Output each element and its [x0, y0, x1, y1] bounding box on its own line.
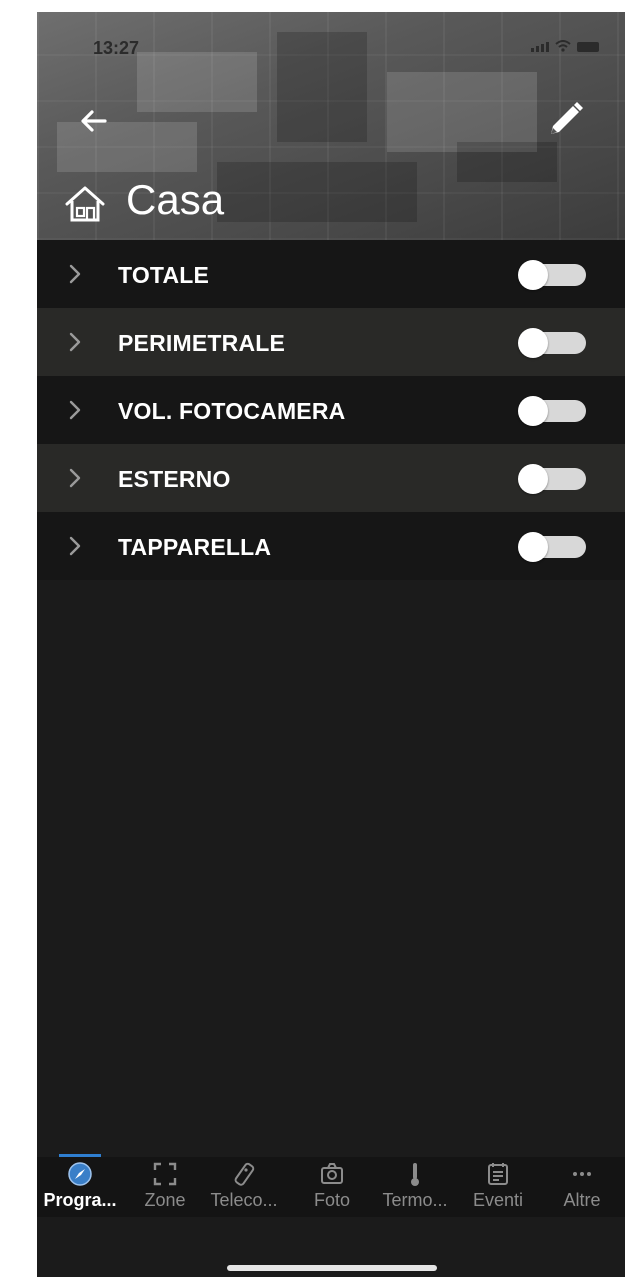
house-icon	[65, 186, 105, 222]
tab-label: Altre	[563, 1190, 601, 1210]
tab-label: Zone	[144, 1190, 186, 1210]
program-label: TOTALE	[118, 262, 210, 288]
floorplan-shape	[457, 142, 557, 182]
toggle-knob	[518, 260, 548, 290]
chevron-right-icon[interactable]	[67, 467, 83, 489]
signal-icon	[531, 42, 549, 52]
program-toggle[interactable]	[518, 328, 586, 358]
header-background: 13:27 Casa	[37, 12, 625, 240]
back-arrow-icon[interactable]	[77, 104, 111, 138]
floorplan-shape	[217, 162, 417, 222]
floorplan-shape	[277, 32, 367, 142]
chevron-right-icon[interactable]	[67, 263, 83, 285]
app-screen: 13:27 Casa TOTALE PERIMETRALE VOL. FOTOC…	[37, 12, 625, 1277]
edit-pencil-icon[interactable]	[543, 98, 587, 142]
program-row[interactable]: TOTALE	[37, 240, 625, 308]
program-toggle[interactable]	[518, 464, 586, 494]
chevron-right-icon[interactable]	[67, 331, 83, 353]
toggle-knob	[518, 532, 548, 562]
remote-control-icon	[231, 1161, 257, 1187]
program-row[interactable]: VOL. FOTOCAMERA	[37, 376, 625, 444]
program-toggle[interactable]	[518, 532, 586, 562]
tab-label: Termo...	[382, 1190, 448, 1210]
home-indicator[interactable]	[227, 1265, 437, 1271]
toggle-knob	[518, 396, 548, 426]
program-list: TOTALE PERIMETRALE VOL. FOTOCAMERA ESTERNO T…	[37, 240, 625, 580]
tab-remote-control[interactable]: Teleco...	[209, 1157, 279, 1217]
tab-label: Eventi	[472, 1190, 524, 1210]
tab-zone-frame[interactable]: Zone	[130, 1157, 200, 1217]
more-dots-icon	[569, 1161, 595, 1187]
tab-label: Foto	[313, 1190, 351, 1210]
program-row[interactable]: PERIMETRALE	[37, 308, 625, 376]
toggle-knob	[518, 464, 548, 494]
tab-more-dots[interactable]: Altre	[547, 1157, 617, 1217]
camera-icon	[319, 1161, 345, 1187]
tab-label: Progra...	[43, 1190, 117, 1210]
tab-compass[interactable]: Progra...	[43, 1157, 117, 1217]
program-label: TAPPARELLA	[118, 534, 272, 560]
program-label: ESTERNO	[118, 466, 231, 492]
program-toggle[interactable]	[518, 260, 586, 290]
wifi-icon	[555, 40, 571, 52]
tab-events-list[interactable]: Eventi	[463, 1157, 533, 1217]
zone-frame-icon	[152, 1161, 178, 1187]
status-icons	[531, 40, 599, 52]
status-time: 13:27	[93, 38, 140, 58]
chevron-right-icon[interactable]	[67, 535, 83, 557]
floorplan-shape	[137, 52, 257, 112]
tab-label: Teleco...	[210, 1190, 278, 1210]
program-row[interactable]: ESTERNO	[37, 444, 625, 512]
chevron-right-icon[interactable]	[67, 399, 83, 421]
program-label: VOL. FOTOCAMERA	[118, 398, 346, 424]
bottom-tab-bar: Progra... Zone Teleco... Foto Termo... Eventi…	[37, 1154, 625, 1217]
program-toggle[interactable]	[518, 396, 586, 426]
page-title: Casa	[126, 176, 225, 223]
compass-icon	[67, 1161, 93, 1187]
events-list-icon	[485, 1161, 511, 1187]
tab-camera[interactable]: Foto	[297, 1157, 367, 1217]
toggle-knob	[518, 328, 548, 358]
thermometer-icon	[402, 1161, 428, 1187]
program-label: PERIMETRALE	[118, 330, 286, 356]
tab-thermometer[interactable]: Termo...	[380, 1157, 450, 1217]
program-row[interactable]: TAPPARELLA	[37, 512, 625, 580]
battery-icon	[577, 42, 599, 52]
floorplan-shape	[387, 72, 537, 152]
